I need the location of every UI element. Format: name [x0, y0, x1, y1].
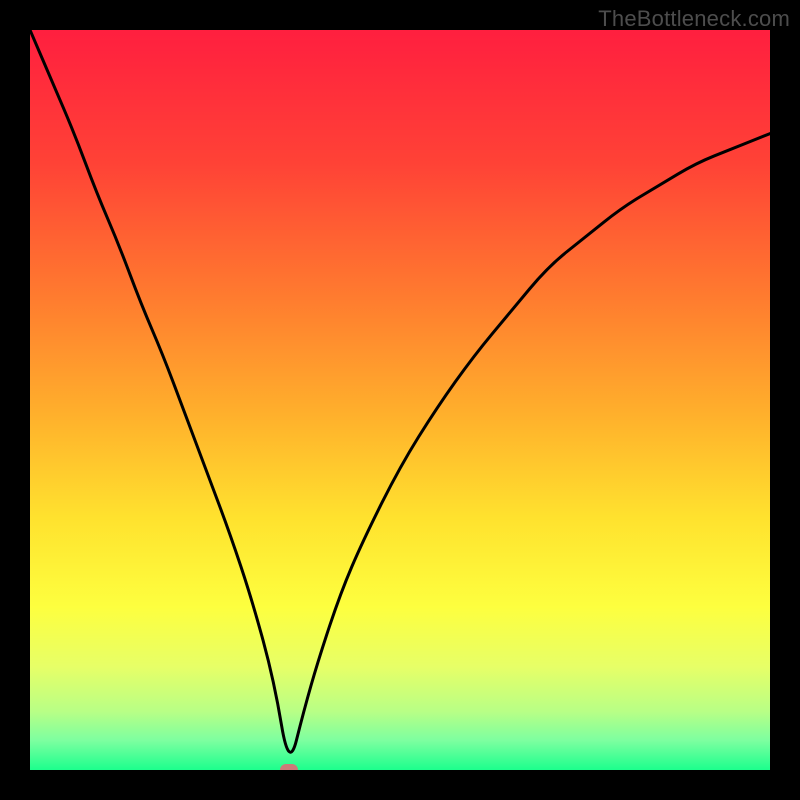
bottleneck-curve	[30, 30, 770, 770]
optimum-marker	[280, 764, 298, 770]
chart-frame	[30, 30, 770, 770]
watermark-text: TheBottleneck.com	[598, 6, 790, 32]
